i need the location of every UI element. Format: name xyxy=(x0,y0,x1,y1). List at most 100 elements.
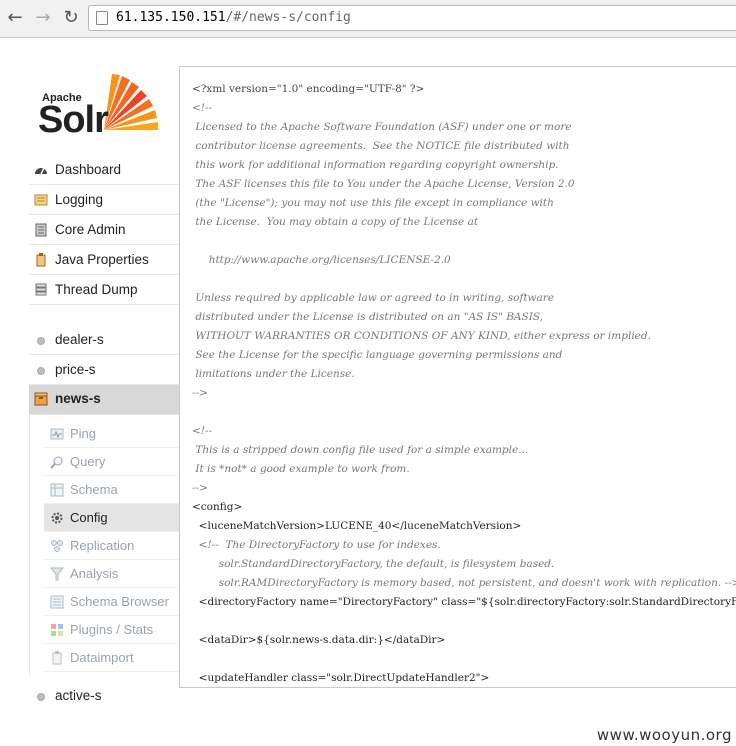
magnifier-icon xyxy=(50,456,63,469)
address-bar[interactable]: 61.135.150.151/#/news-s/config xyxy=(88,5,736,31)
sidebar-item-label: Logging xyxy=(55,192,104,207)
config-line: It is *not* a good example to work from. xyxy=(192,463,410,475)
replication-icon xyxy=(51,540,63,552)
core-status-dot xyxy=(37,337,45,345)
config-line: <luceneMatchVersion>LUCENE_40</luceneMat… xyxy=(192,520,522,532)
config-line xyxy=(192,612,736,631)
core-menu-ping[interactable]: Ping xyxy=(44,420,179,448)
core-menu-schema-browser[interactable]: Schema Browser xyxy=(44,588,179,616)
dashboard-icon xyxy=(35,167,47,175)
solr-logo[interactable]: Apache Solr xyxy=(38,72,168,144)
sidebar-item-label: price-s xyxy=(55,362,96,377)
config-line: <dataDir>${solr.news-s.data.dir:}</dataD… xyxy=(192,634,446,646)
back-arrow-icon[interactable]: ← xyxy=(5,8,25,28)
reload-icon[interactable]: ↻ xyxy=(61,8,81,28)
core-status-dot xyxy=(37,693,45,701)
sidebar-item-label: Thread Dump xyxy=(55,282,138,297)
config-line: Unless required by applicable law or agr… xyxy=(192,292,555,304)
core-menu-query[interactable]: Query xyxy=(44,448,179,476)
url-host: 61.135.150.151 xyxy=(116,10,226,25)
core-menu-label: Replication xyxy=(70,538,135,553)
logo-solr-text: Solr xyxy=(38,99,109,141)
java-properties-icon xyxy=(36,253,46,267)
config-line: <directoryFactory name="DirectoryFactory… xyxy=(192,596,736,608)
core-menu-label: Config xyxy=(70,510,108,525)
sidebar-item-label: active-s xyxy=(55,688,102,703)
core-menu-schema[interactable]: Schema xyxy=(44,476,179,504)
sidebar-item-label: Java Properties xyxy=(55,252,149,267)
sidebar-item-label: news-s xyxy=(55,391,101,406)
config-panel[interactable]: <?xml version="1.0" encoding="UTF-8" ?> <… xyxy=(179,66,736,688)
ping-icon xyxy=(50,428,64,440)
config-line xyxy=(192,270,736,289)
core-menu-dataimport[interactable]: Dataimport xyxy=(44,644,179,672)
gear-icon xyxy=(51,512,63,524)
core-menu-replication[interactable]: Replication xyxy=(44,532,179,560)
core-menu-config[interactable]: Config xyxy=(44,504,179,532)
config-line: distributed under the License is distrib… xyxy=(192,311,544,323)
sidebar-item-label: Core Admin xyxy=(55,222,126,237)
config-line: <?xml version="1.0" encoding="UTF-8" ?> xyxy=(192,83,425,95)
core-admin-icon xyxy=(35,223,47,237)
schema-icon xyxy=(50,483,64,497)
config-xml-content: <?xml version="1.0" encoding="UTF-8" ?> <… xyxy=(192,80,736,687)
sidebar-core-price-s[interactable]: price-s xyxy=(29,356,179,385)
core-menu-plugins-stats[interactable]: Plugins / Stats xyxy=(44,616,179,644)
solr-sun-icon xyxy=(104,74,158,130)
sidebar-core-active-s[interactable]: active-s xyxy=(29,682,179,711)
submenu-divider xyxy=(29,413,30,675)
config-line: Licensed to the Apache Software Foundati… xyxy=(192,121,572,133)
core-menu-label: Query xyxy=(70,454,106,469)
logging-icon xyxy=(34,194,48,206)
core-menu-label: Plugins / Stats xyxy=(70,622,154,637)
url-text[interactable]: 61.135.150.151/#/news-s/config xyxy=(116,10,351,25)
config-line: <!-- The DirectoryFactory to use for ind… xyxy=(192,539,441,551)
config-line: The ASF licenses this file to You under … xyxy=(192,178,575,190)
config-line: WITHOUT WARRANTIES OR CONDITIONS OF ANY … xyxy=(192,330,651,342)
url-path: /#/news-s/config xyxy=(225,10,351,25)
core-menu-label: Schema Browser xyxy=(70,594,169,609)
config-line: the License. You may obtain a copy of th… xyxy=(192,216,479,228)
sidebar-item-logging[interactable]: Logging xyxy=(29,186,179,215)
config-line: <!-- xyxy=(192,425,213,437)
config-line: --> xyxy=(192,482,208,494)
funnel-icon xyxy=(50,567,64,581)
core-menu-label: Ping xyxy=(70,426,97,441)
sidebar-item-thread-dump[interactable]: Thread Dump xyxy=(29,276,179,305)
page-icon xyxy=(96,11,108,25)
thread-dump-icon xyxy=(35,283,47,296)
config-line: http://www.apache.org/licenses/LICENSE-2… xyxy=(192,254,451,266)
config-line: limitations under the License. xyxy=(192,368,355,380)
config-line: See the License for the specific languag… xyxy=(192,349,563,361)
watermark: www.wooyun.org xyxy=(596,726,732,744)
core-menu-label: Analysis xyxy=(70,566,119,581)
config-line: this work for additional information reg… xyxy=(192,159,559,171)
core-menu-analysis[interactable]: Analysis xyxy=(44,560,179,588)
schema-browser-icon xyxy=(50,595,64,609)
sidebar-item-label: dealer-s xyxy=(55,332,104,347)
sidebar-item-label: Dashboard xyxy=(55,162,122,177)
config-line: <config> xyxy=(192,501,243,513)
sidebar-core-dealer-s[interactable]: dealer-s xyxy=(29,326,179,355)
sidebar-item-dashboard[interactable]: Dashboard xyxy=(29,156,179,185)
sidebar-item-java-properties[interactable]: Java Properties xyxy=(29,246,179,275)
config-line xyxy=(192,232,736,251)
core-status-dot xyxy=(37,367,45,375)
sidebar-item-core-admin[interactable]: Core Admin xyxy=(29,216,179,245)
config-line: (the "License"); you may not use this fi… xyxy=(192,197,554,209)
config-line xyxy=(192,403,736,422)
plugins-icon xyxy=(51,624,63,636)
browser-toolbar: ← → ↻ 61.135.150.151/#/news-s/config xyxy=(0,0,736,38)
config-line: solr.StandardDirectoryFactory, the defau… xyxy=(192,558,555,570)
config-line: solr.RAMDirectoryFactory is memory based… xyxy=(192,577,736,589)
core-menu-label: Dataimport xyxy=(70,650,134,665)
sidebar-core-news-s[interactable]: news-s xyxy=(29,385,179,415)
config-line: This is a stripped down config file used… xyxy=(192,444,529,456)
config-line: contributor license agreements. See the … xyxy=(192,140,570,152)
config-line: <!-- xyxy=(192,102,213,114)
core-box-icon xyxy=(34,392,48,406)
config-line: --> xyxy=(192,387,208,399)
forward-arrow-icon[interactable]: → xyxy=(33,8,53,28)
dataimport-icon xyxy=(52,651,62,665)
core-menu-label: Schema xyxy=(70,482,118,497)
